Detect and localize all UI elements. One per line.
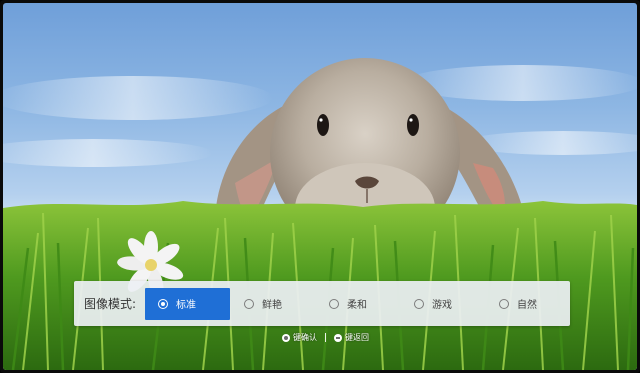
picture-mode-options: 标准 鲜艳 柔和 游戏 自然: [145, 287, 570, 320]
mode-option-vivid[interactable]: 鲜艳: [230, 288, 315, 320]
ok-key-icon: [282, 333, 290, 342]
mode-option-label: 柔和: [347, 300, 367, 311]
hint-confirm-label: 键确认: [293, 333, 317, 342]
radio-unselected-icon: [244, 298, 254, 309]
picture-mode-title: 图像模式:: [84, 297, 137, 311]
mode-option-label: 自然: [517, 300, 537, 311]
mode-option-label: 游戏: [432, 300, 452, 311]
radio-selected-icon: [158, 298, 168, 309]
radio-unselected-icon: [499, 298, 509, 309]
hint-confirm: 键确认: [282, 332, 317, 343]
back-key-icon: [334, 333, 342, 342]
hint-back: 键返回: [334, 332, 369, 343]
mode-option-soft[interactable]: 柔和: [315, 288, 400, 320]
tv-screen: 图像模式: 标准 鲜艳 柔和 游戏 自然 键确认 键返回: [0, 0, 640, 373]
hint-divider: [325, 333, 326, 342]
picture-mode-bar: 图像模式: 标准 鲜艳 柔和 游戏 自然: [74, 281, 570, 326]
mode-option-label: 标准: [176, 300, 196, 311]
mode-option-game[interactable]: 游戏: [400, 288, 485, 320]
mode-option-natural[interactable]: 自然: [485, 288, 570, 320]
radio-unselected-icon: [414, 298, 424, 309]
mode-option-standard[interactable]: 标准: [145, 287, 230, 320]
hint-back-label: 键返回: [345, 333, 369, 342]
key-hints: 键确认 键返回: [282, 332, 369, 343]
radio-unselected-icon: [329, 298, 339, 309]
mode-option-label: 鲜艳: [262, 300, 282, 311]
